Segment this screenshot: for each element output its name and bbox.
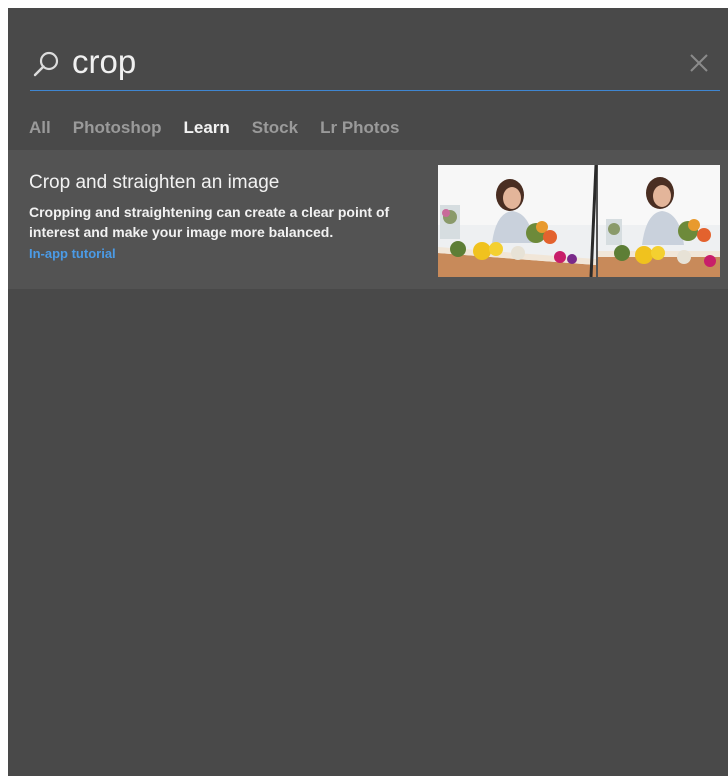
search-input[interactable]	[72, 40, 632, 84]
result-title: Crop and straighten an image	[29, 172, 280, 193]
tab-learn[interactable]: Learn	[183, 118, 231, 152]
close-icon[interactable]	[688, 52, 710, 74]
tab-photoshop[interactable]: Photoshop	[73, 118, 162, 152]
search-icon	[33, 51, 59, 77]
search-bar	[30, 40, 720, 91]
in-app-tutorial-link[interactable]: In-app tutorial	[29, 246, 116, 261]
search-panel: All Photoshop Learn Stock Lr Photos Crop…	[8, 8, 728, 776]
tab-all[interactable]: All	[29, 118, 51, 152]
category-tabs: All Photoshop Learn Stock Lr Photos	[29, 118, 421, 152]
tutorial-thumbnail	[438, 165, 720, 277]
result-description: Cropping and straightening can create a …	[29, 204, 390, 240]
result-card[interactable]: Crop and straighten an image Cropping an…	[8, 150, 728, 289]
tab-lr-photos[interactable]: Lr Photos	[320, 118, 399, 152]
tab-stock[interactable]: Stock	[252, 118, 298, 152]
